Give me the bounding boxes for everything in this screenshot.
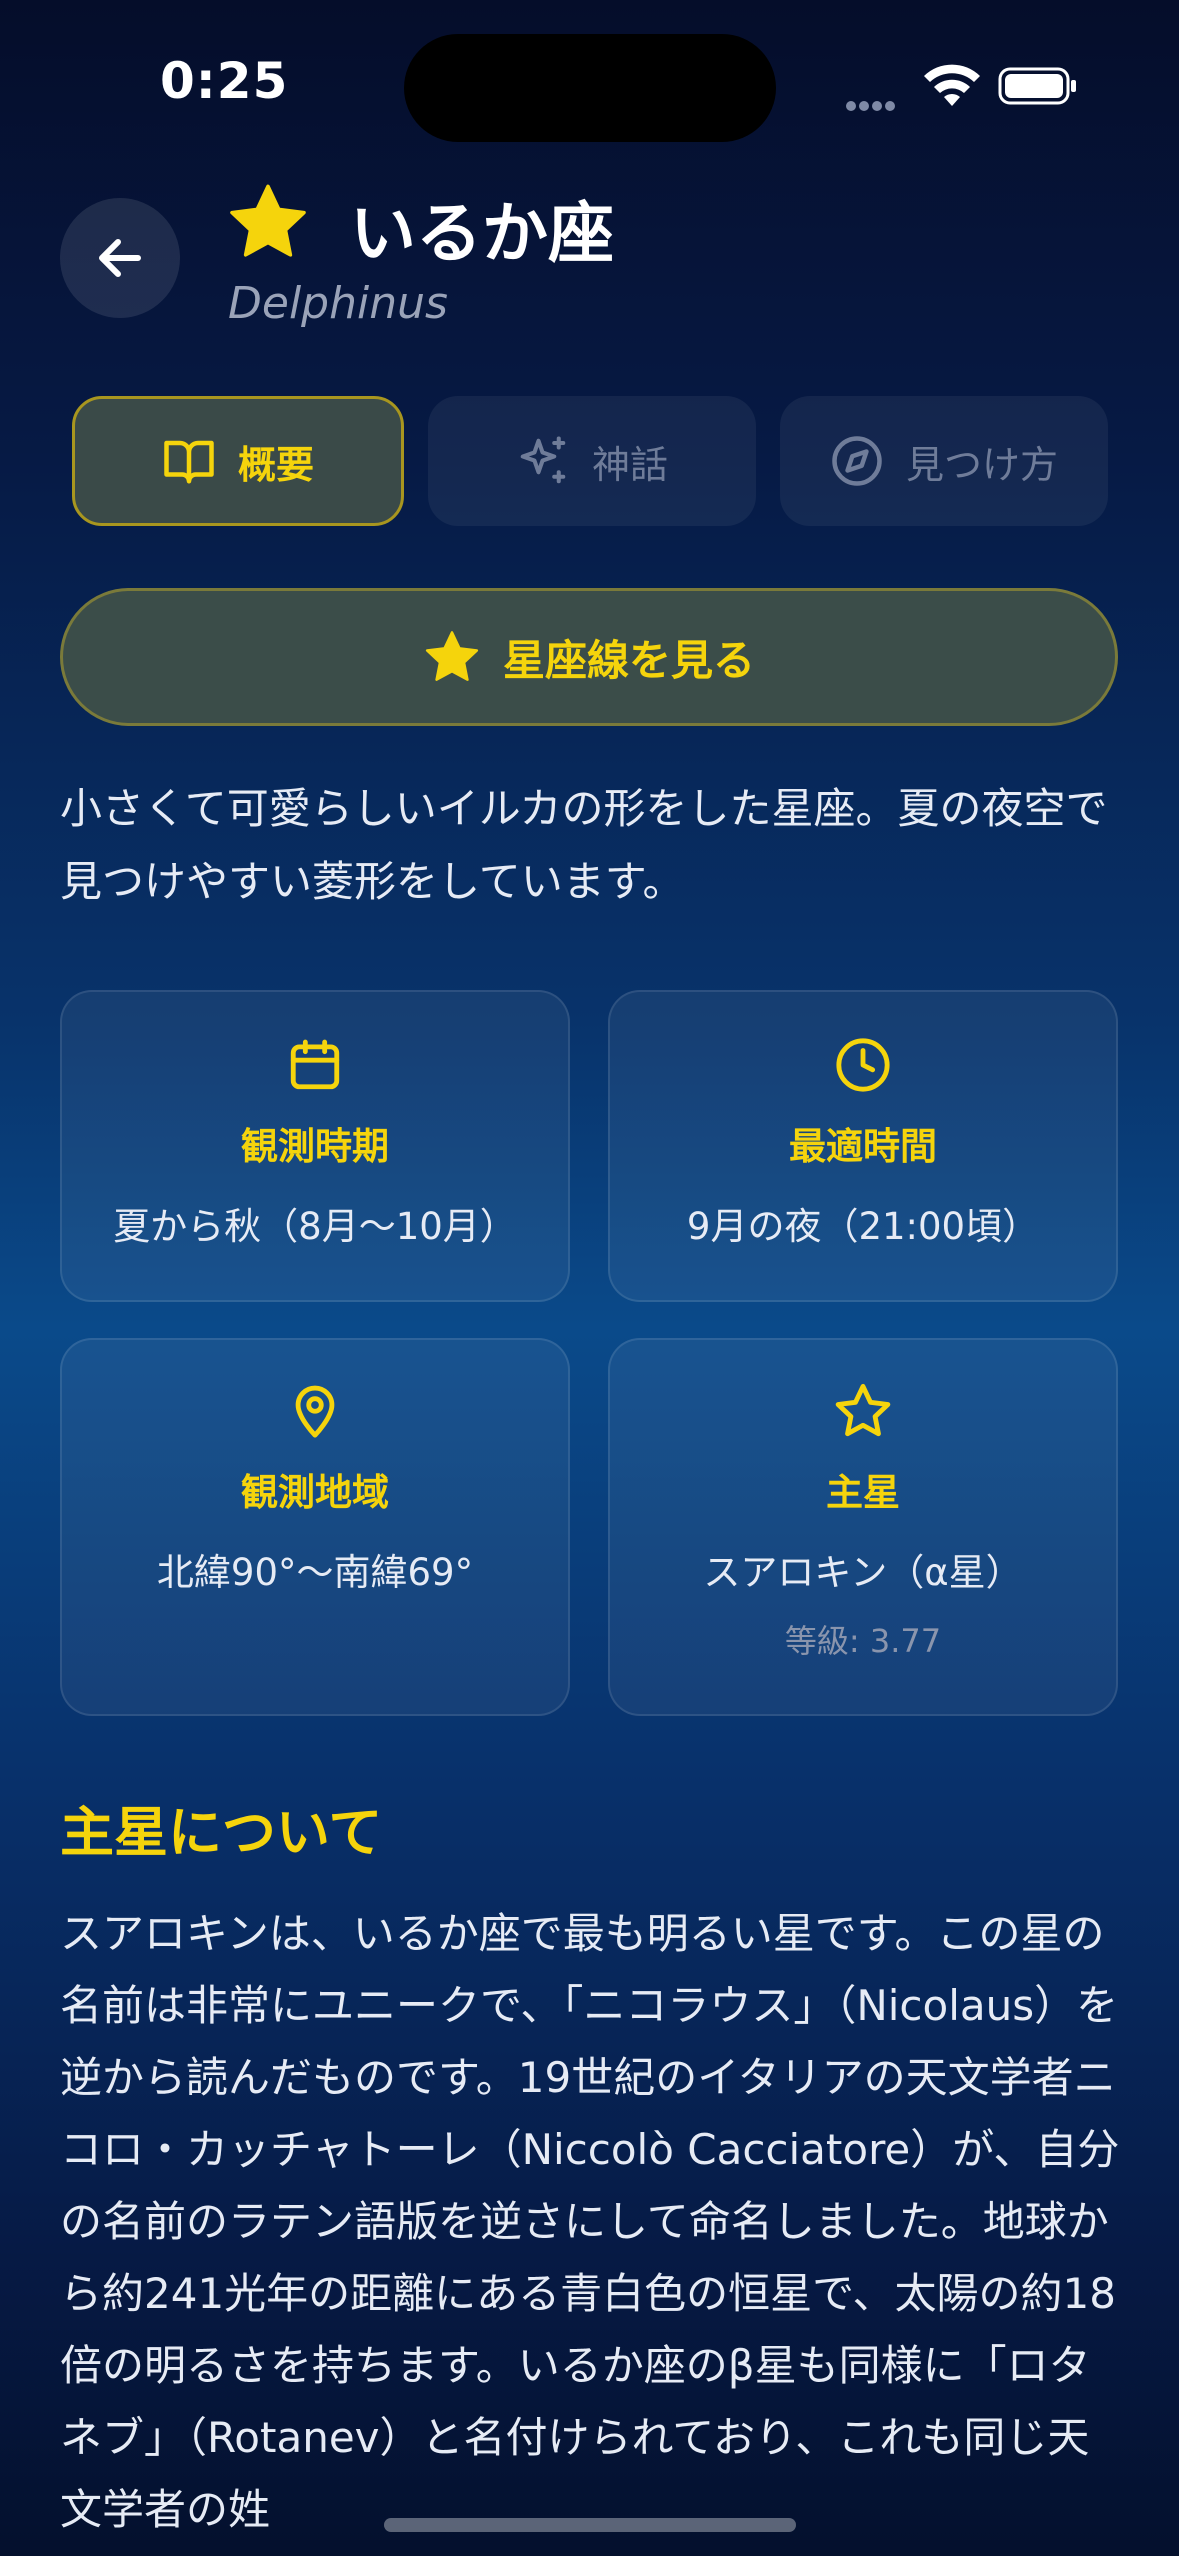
- section-body: スアロキンは、いるか座で最も明るい星です。この星の名前は非常にユニークで、「ニコ…: [60, 1909, 1120, 2534]
- info-card-value: 9月の夜（21:00頃）: [686, 1205, 1040, 1248]
- back-button[interactable]: [60, 198, 180, 318]
- star-icon: [425, 631, 479, 681]
- book-icon: [164, 440, 214, 484]
- page-title: いるか座: [350, 195, 614, 272]
- constellation-description: 小さくて可愛らしいイルカの形をした星座。夏の夜空で見つけやすい菱形をしています。: [60, 784, 1108, 906]
- sparkles-icon: [520, 436, 566, 484]
- tab-mythology-label: 神話: [591, 442, 668, 487]
- info-card-label: 最適時間: [789, 1125, 937, 1168]
- home-indicator[interactable]: [384, 2518, 796, 2532]
- tab-overview[interactable]: 概要: [72, 396, 404, 526]
- info-card-best-time: 最適時間 9月の夜（21:00頃）: [608, 990, 1118, 1302]
- battery-icon: [998, 67, 1076, 105]
- info-card-label: 観測時期: [241, 1125, 389, 1168]
- section-heading: 主星について: [60, 1801, 383, 1864]
- star-outline-icon: [835, 1383, 891, 1437]
- calendar-icon: [290, 1039, 340, 1090]
- info-card-season: 観測時期 夏から秋（8月〜10月）: [60, 990, 570, 1302]
- info-card-magnitude: 等級: 3.77: [784, 1622, 942, 1660]
- tab-overview-label: 概要: [237, 442, 314, 487]
- info-card-label: 観測地域: [241, 1471, 389, 1514]
- view-constellation-lines-button[interactable]: 星座線を見る: [60, 588, 1118, 726]
- dynamic-island: [404, 34, 776, 142]
- info-card-label: 主星: [826, 1471, 900, 1514]
- page-subtitle: Delphinus: [228, 278, 448, 329]
- status-time: 0:25: [160, 52, 289, 110]
- cellular-signal-icon: [846, 96, 908, 111]
- wifi-icon: [924, 64, 980, 106]
- info-card-value: 夏から秋（8月〜10月）: [113, 1205, 517, 1248]
- info-card-value: スアロキン（α星）: [703, 1551, 1023, 1594]
- info-card-main-star: 主星 スアロキン（α星） 等級: 3.77: [608, 1338, 1118, 1716]
- clock-icon: [836, 1038, 890, 1092]
- view-constellation-lines-label: 星座線を見る: [502, 635, 755, 685]
- compass-icon: [832, 436, 882, 486]
- arrow-left-icon: [99, 239, 141, 277]
- tab-how-to-find[interactable]: 見つけ方: [780, 396, 1108, 526]
- map-pin-icon: [295, 1385, 335, 1438]
- tab-how-to-find-label: 見つけ方: [905, 442, 1058, 487]
- info-card-region: 観測地域 北緯90°〜南緯69°: [60, 1338, 570, 1716]
- info-card-value: 北緯90°〜南緯69°: [156, 1551, 474, 1594]
- tab-mythology[interactable]: 神話: [428, 396, 756, 526]
- star-icon: [230, 184, 306, 257]
